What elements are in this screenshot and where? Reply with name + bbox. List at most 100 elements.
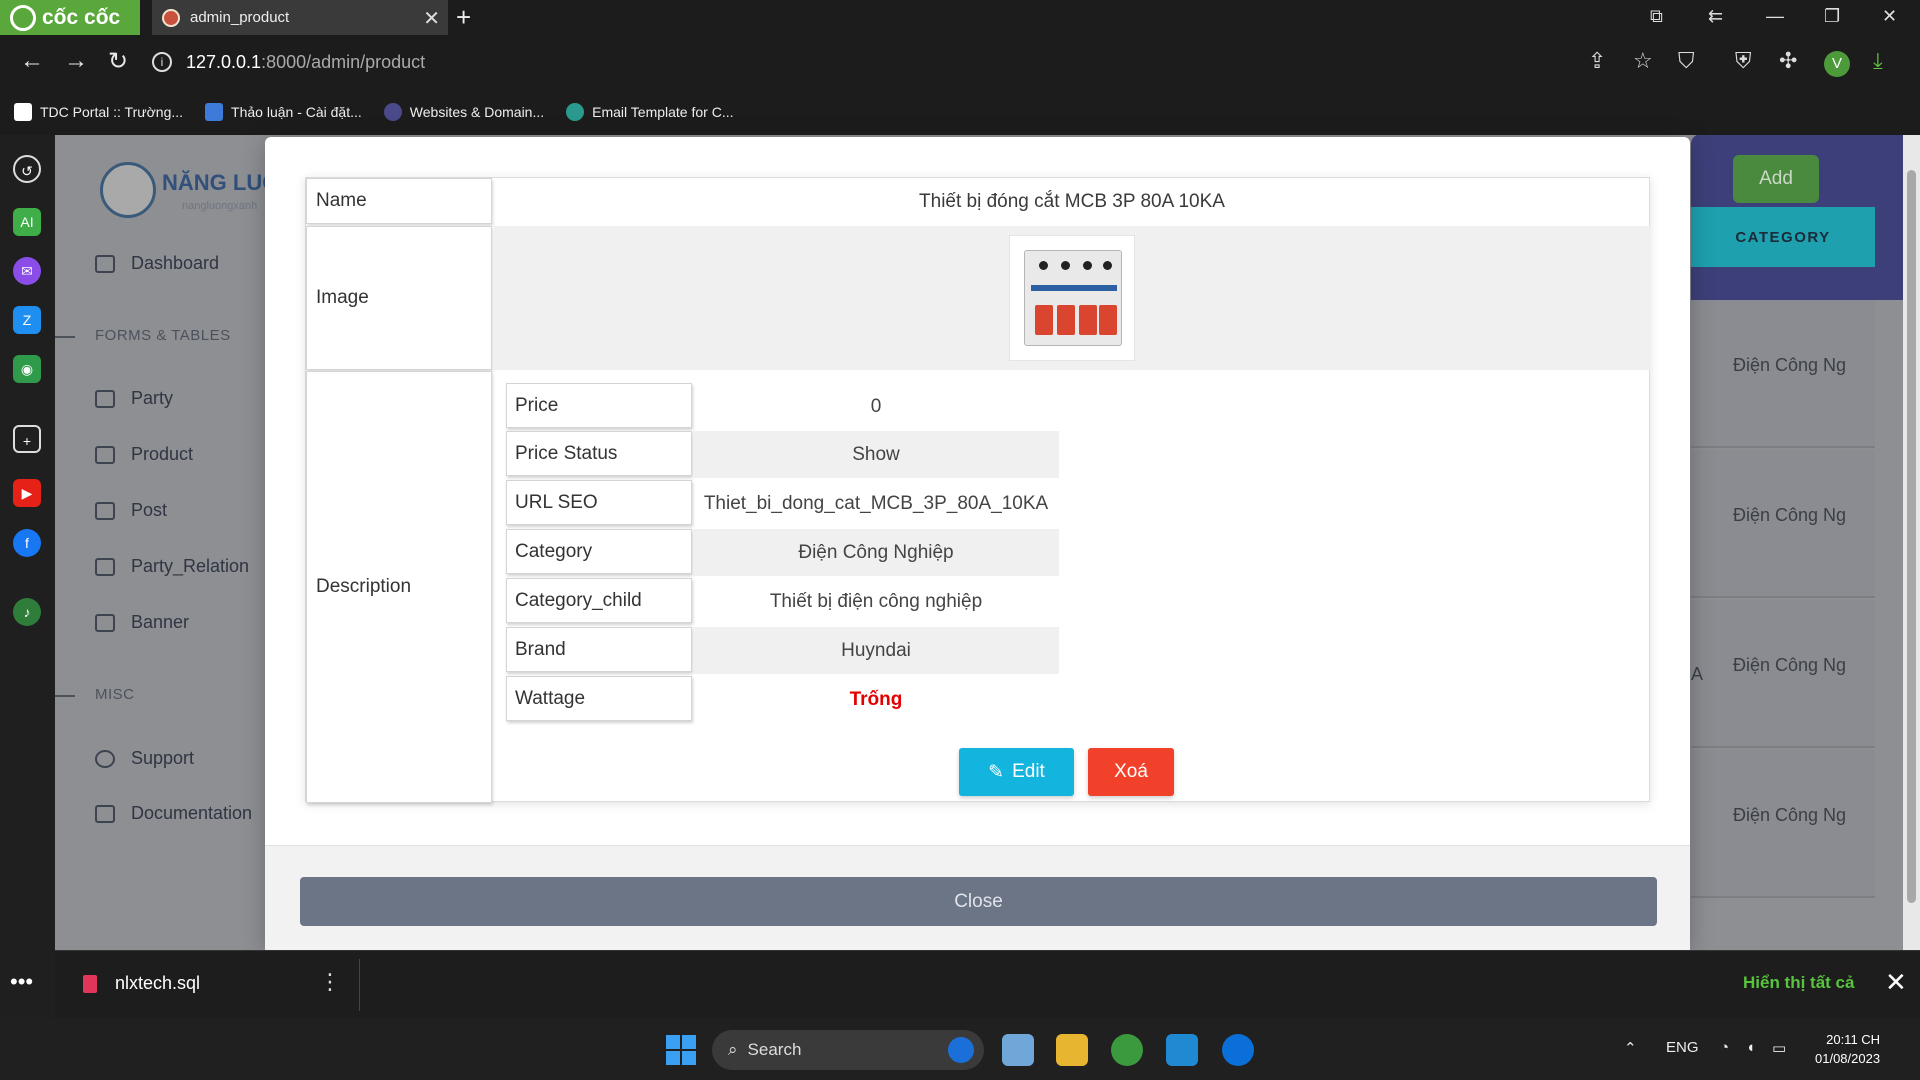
clock-date: 01/08/2023 — [1815, 1051, 1881, 1066]
site-info-icon[interactable]: i — [152, 52, 172, 72]
close-download-bar-icon[interactable]: ✕ — [1885, 967, 1907, 998]
bookmark-label: TDC Portal :: Trường... — [40, 103, 184, 120]
extensions-puzzle-icon[interactable]: ✣ — [1779, 48, 1797, 74]
category-cell: Điện Công Ng — [1691, 450, 1875, 598]
battery-icon[interactable]: ▭ — [1772, 1039, 1786, 1057]
tab-close-icon[interactable]: ✕ — [423, 6, 440, 31]
browser-tab-bar: cốc cốc admin_product ✕ + ⧉ ⇇ — ❐ ✕ — [0, 0, 1920, 35]
product-image — [1009, 235, 1135, 361]
more-options-icon[interactable]: ••• — [10, 969, 33, 995]
bookmark-item[interactable]: Thảo luận - Cài đặt... — [205, 102, 362, 121]
browser-side-rail: ↺ AI ✉ Z ◉ + ▶ f ♪ — [0, 135, 55, 1018]
sidebar-item-label: Documentation — [131, 803, 253, 823]
tab-title: admin_product — [190, 9, 290, 26]
download-icon[interactable]: ⤓ — [1873, 48, 1883, 74]
url-host: 127.0.0.1 — [186, 51, 262, 72]
taskbar-search-input[interactable]: ⌕ Search — [712, 1030, 984, 1070]
brand-value: Huyndai — [693, 627, 1059, 674]
sidebar-item-label: Support — [131, 748, 195, 768]
system-clock[interactable]: 20:11 CH 01/08/2023 — [1815, 1030, 1880, 1068]
sidebar-item-product[interactable]: Product — [95, 444, 193, 465]
file-explorer-icon[interactable] — [1056, 1034, 1088, 1066]
list-icon — [95, 389, 115, 408]
close-window-button[interactable]: ✕ — [1882, 6, 1897, 27]
tab-search-icon[interactable]: ⧉ — [1650, 6, 1663, 27]
bing-icon[interactable] — [948, 1037, 974, 1063]
share-icon[interactable]: ⇪ — [1588, 48, 1606, 74]
sidebar-item-label: Post — [131, 500, 168, 520]
category-child-value: Thiết bị điện công nghiệp — [769, 590, 983, 612]
bookmark-item[interactable]: Email Template for C... — [566, 102, 734, 121]
price-value: 0 — [870, 395, 882, 417]
ai-assistant-icon[interactable]: AI — [13, 208, 41, 236]
forward-arrow-icon[interactable]: → — [64, 47, 88, 75]
sidebar-item-party-relation[interactable]: Party_Relation — [95, 556, 249, 577]
browser-brand-button[interactable]: cốc cốc — [0, 0, 140, 35]
site-logo[interactable]: NĂNG LUỢN nangluongxanh — [100, 162, 297, 222]
headset-icon — [95, 749, 115, 768]
sidebar-item-documentation[interactable]: Documentation — [95, 803, 252, 824]
show-all-downloads-link[interactable]: Hiển thị tất cả — [1743, 973, 1854, 993]
sidebar-item-dashboard[interactable]: Dashboard — [95, 253, 219, 274]
minimize-window-button[interactable]: — — [1766, 6, 1784, 27]
bookmark-item[interactable]: TDC Portal :: Trường... — [14, 102, 184, 121]
zalo-icon[interactable]: Z — [13, 306, 41, 334]
download-item-menu-icon[interactable]: ⋮ — [319, 969, 341, 995]
url-input[interactable]: i 127.0.0.1:8000/admin/product — [152, 43, 1582, 81]
back-arrow-icon[interactable]: ← — [20, 47, 44, 75]
edit-button[interactable]: ✎ Edit — [959, 748, 1074, 796]
messenger-icon[interactable]: ✉ — [13, 257, 41, 285]
sidebar-item-post[interactable]: Post — [95, 500, 167, 521]
youtube-icon[interactable]: ▶ — [13, 479, 41, 507]
home-icon — [95, 254, 115, 273]
new-tab-button[interactable]: + — [456, 2, 471, 33]
sidebar-item-support[interactable]: Support — [95, 748, 194, 769]
wattage-value: Trống — [849, 688, 903, 710]
history-icon[interactable]: ↺ — [13, 155, 41, 183]
wattage-label: Wattage — [506, 676, 692, 721]
coccoc-music-icon[interactable]: ♪ — [13, 598, 41, 626]
close-modal-button[interactable]: Close — [300, 877, 1657, 926]
reload-icon[interactable]: ↻ — [108, 47, 128, 76]
photos-app-icon[interactable] — [1002, 1034, 1034, 1066]
vscode-icon[interactable] — [1166, 1034, 1198, 1066]
restore-window-button[interactable]: ❐ — [1824, 6, 1840, 27]
coccoc-logo-icon — [10, 4, 36, 31]
adblock-shield-icon[interactable]: ⛨ — [1735, 48, 1752, 74]
category-cell: Điện Công Ng — [1691, 750, 1875, 898]
bookmark-item[interactable]: Websites & Domain... — [383, 102, 544, 121]
scrollbar-thumb[interactable] — [1907, 170, 1916, 903]
chevron-up-icon[interactable]: ⌃ — [1624, 1039, 1637, 1057]
bookmark-label: Email Template for C... — [592, 103, 734, 120]
price-status-label: Price Status — [506, 431, 692, 476]
download-item[interactable]: nlxtech.sql — [83, 973, 200, 994]
page-scrollbar[interactable] — [1903, 135, 1920, 950]
category-value: Điện Công Nghiệp — [693, 529, 1059, 576]
add-button[interactable]: Add — [1733, 155, 1819, 203]
bookmark-star-icon[interactable]: ☆ — [1633, 48, 1653, 74]
back-to-tab-icon[interactable]: ⇇ — [1708, 6, 1723, 27]
sidebar-item-banner[interactable]: Banner — [95, 612, 189, 633]
profile-avatar[interactable]: V — [1824, 51, 1850, 77]
add-panel-icon[interactable]: + — [13, 425, 41, 453]
zalo-taskbar-icon[interactable] — [1222, 1034, 1254, 1066]
sidebar-item-label: Product — [131, 444, 194, 464]
browser-tab-active[interactable]: admin_product ✕ — [152, 0, 448, 35]
facebook-icon[interactable]: f — [13, 529, 41, 557]
category-cell: Điện Công Ng — [1691, 600, 1875, 748]
bookmark-favicon-icon — [205, 102, 224, 121]
section-divider — [55, 695, 75, 697]
game-controller-icon[interactable]: ◉ — [13, 355, 41, 383]
delete-button[interactable]: Xoá — [1088, 748, 1174, 796]
sidebar-item-party[interactable]: Party — [95, 388, 173, 409]
coccoc-taskbar-icon[interactable] — [1111, 1034, 1143, 1066]
table-icon — [95, 557, 115, 576]
windows-start-icon[interactable] — [666, 1035, 696, 1065]
section-label-forms: FORMS & TABLES — [95, 327, 231, 344]
volume-icon[interactable]: ◖ — [1746, 1039, 1755, 1056]
product-name: Thiết bị đóng cắt MCB 3P 80A 10KA — [919, 191, 1225, 212]
shield-icon[interactable]: ⛉ — [1678, 48, 1695, 74]
wifi-icon[interactable]: ◔ — [1720, 1039, 1729, 1056]
brand-label: Brand — [506, 627, 692, 672]
language-indicator[interactable]: ENG — [1666, 1039, 1699, 1056]
